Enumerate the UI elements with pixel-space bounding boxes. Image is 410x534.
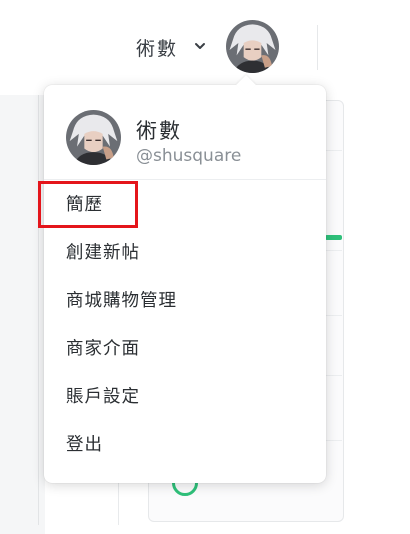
menu-item-shop-management[interactable]: 商城購物管理 xyxy=(44,277,326,325)
header-username[interactable]: 術數 xyxy=(136,34,178,61)
profile-header[interactable]: 術數 @shusquare xyxy=(44,85,326,180)
highlight-annotation xyxy=(38,181,138,228)
profile-name: 術數 xyxy=(136,119,182,143)
menu-item-account-settings[interactable]: 賬戶設定 xyxy=(44,373,326,421)
background-divider xyxy=(38,95,39,525)
menu-item-logout[interactable]: 登出 xyxy=(44,421,326,469)
chevron-down-icon[interactable] xyxy=(193,38,207,52)
background-progress-accent xyxy=(325,235,342,240)
app-screen: 術數 術數 @shusquare 簡歷 創建新帖 商城購物管理 商家介面 賬戶設… xyxy=(0,0,410,534)
header-avatar[interactable] xyxy=(226,20,279,73)
menu-item-merchant-interface[interactable]: 商家介面 xyxy=(44,325,326,373)
header-divider xyxy=(317,25,318,70)
user-dropdown-menu: 術數 @shusquare 簡歷 創建新帖 商城購物管理 商家介面 賬戶設定 登… xyxy=(38,75,326,483)
avatar xyxy=(66,110,121,165)
profile-handle: @shusquare xyxy=(136,146,242,166)
menu-item-create-post[interactable]: 創建新帖 xyxy=(44,229,326,277)
